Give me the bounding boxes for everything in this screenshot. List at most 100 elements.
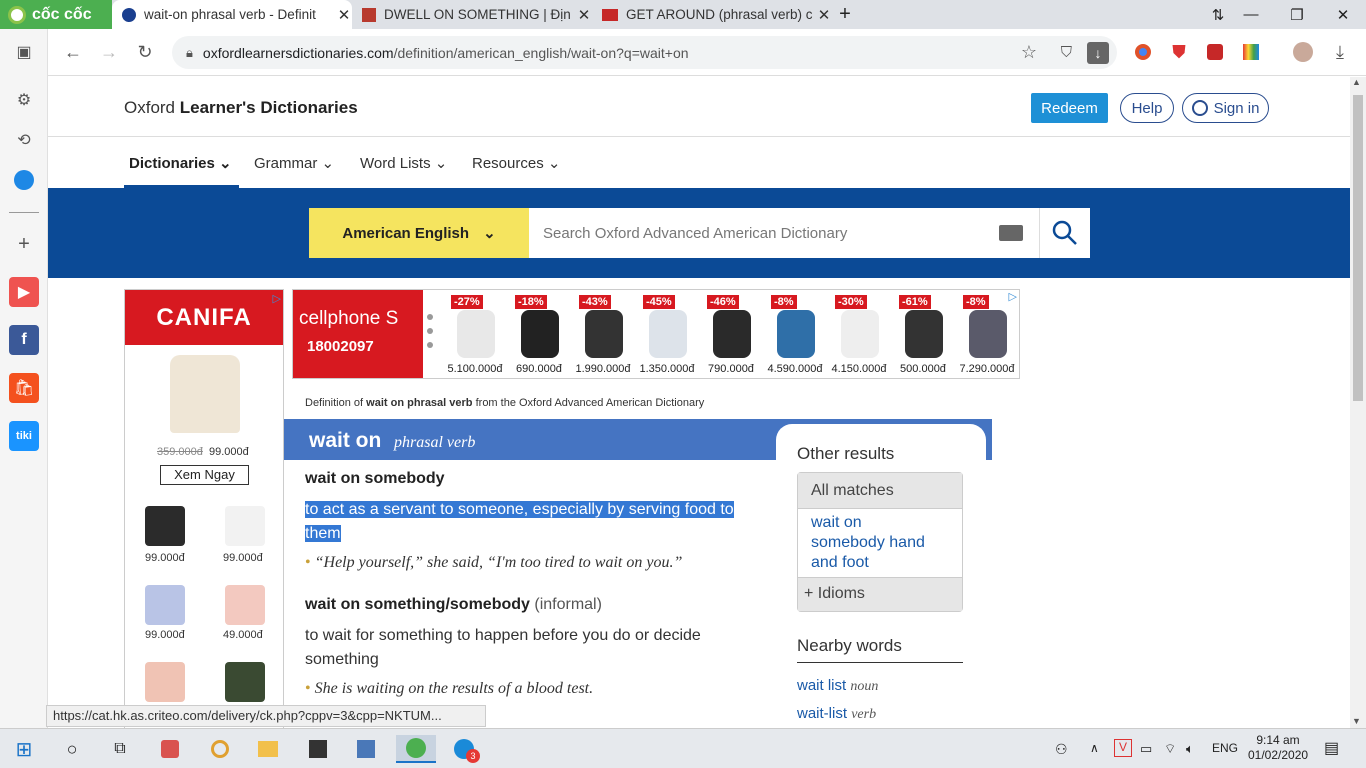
search-input[interactable]: Search Oxford Advanced American Dictiona…	[529, 208, 1039, 258]
tab-dwell-on[interactable]: DWELL ON SOMETHING | Địn ✕	[352, 0, 592, 29]
new-tab-button[interactable]: +	[830, 0, 860, 29]
battery-icon[interactable]: ▭	[1140, 741, 1152, 757]
jumpsuit-image	[225, 662, 265, 702]
product-image	[777, 310, 815, 358]
scroll-up-icon[interactable]: ▲	[1352, 77, 1361, 87]
scroll-thumb[interactable]	[1353, 95, 1363, 401]
profile-avatar[interactable]	[1288, 37, 1318, 67]
nearby-word-pos: noun	[850, 679, 879, 694]
source-prefix: Definition of	[305, 397, 364, 409]
all-matches-header[interactable]: All matches	[798, 473, 962, 509]
star-icon[interactable]: ☆	[1021, 42, 1037, 63]
app-paint-icon[interactable]	[200, 735, 240, 763]
banner-product[interactable]: -18% 690.000đ	[507, 290, 571, 378]
vietkey-icon[interactable]: V	[1114, 739, 1132, 757]
tiki-icon[interactable]: tiki	[9, 421, 39, 451]
sign-in-button[interactable]: Sign in	[1182, 93, 1269, 123]
color-ext-icon[interactable]	[1236, 37, 1266, 67]
definition-line: something	[305, 651, 379, 668]
adchoices-icon[interactable]: ▷	[273, 292, 281, 305]
red-ext-icon[interactable]	[1200, 37, 1230, 67]
sweater-image	[170, 355, 240, 433]
scroll-down-icon[interactable]: ▼	[1352, 716, 1361, 726]
idioms-toggle[interactable]: + Idioms	[798, 577, 962, 611]
site-logo[interactable]: Oxford Learner's Dictionaries	[124, 98, 358, 118]
tab-wait-on[interactable]: wait-on phrasal verb - Definit ✕	[112, 0, 352, 29]
windows-start-icon[interactable]: ⊞	[4, 735, 44, 763]
chrome-ext-icon[interactable]	[1128, 37, 1158, 67]
adchoices-icon[interactable]: ▷	[1009, 290, 1017, 303]
language-select[interactable]: American English ⌄	[309, 208, 529, 258]
maximize-button[interactable]: ❐	[1274, 0, 1320, 29]
canifa-ad[interactable]: CANIFA 359.000đ 99.000đ Xem Ngay 99.000đ…	[124, 289, 284, 728]
back-icon[interactable]: ←	[58, 37, 88, 67]
browser-sidebar: ▣ ⚙ ⟲ + ▶ f 🛍︎ tiki	[0, 29, 48, 728]
match-link[interactable]: wait on somebody hand and foot	[798, 509, 962, 577]
nav-word-lists[interactable]: Word Lists ⌄	[360, 154, 447, 172]
shopee-icon[interactable]: 🛍︎	[9, 373, 39, 403]
banner-product[interactable]: -45% 1.350.000đ	[635, 290, 699, 378]
notification-center-icon[interactable]: ▤	[1324, 738, 1339, 758]
app-notes-icon[interactable]	[298, 735, 338, 763]
shield-icon[interactable]: ⛉	[1061, 44, 1072, 61]
nav-resources[interactable]: Resources ⌄	[472, 154, 560, 172]
facebook-icon[interactable]: f	[9, 325, 39, 355]
redeem-button[interactable]: Redeem	[1031, 93, 1108, 123]
nearby-word[interactable]: wait list noun	[797, 677, 878, 695]
nav-grammar[interactable]: Grammar ⌄	[254, 154, 334, 172]
banner-product[interactable]: -61% 500.000đ	[891, 290, 955, 378]
cellphones-phone: 18002097	[307, 338, 374, 355]
close-tab-icon[interactable]: ✕	[576, 6, 592, 24]
history-icon[interactable]: ⟲	[9, 125, 39, 155]
page-scrollbar[interactable]: ▲ ▼	[1350, 77, 1366, 728]
close-tab-icon[interactable]: ✕	[336, 6, 352, 24]
windows-taskbar: ⊞ ○ ⧉ 3 ⚇ ∧ V ▭ ⌔ 🔈︎ ENG 9:14 am 01/02/2…	[0, 728, 1366, 768]
zalo-taskbar-icon[interactable]: 3	[444, 735, 484, 763]
help-button[interactable]: Help	[1120, 93, 1174, 123]
banner-product[interactable]: -30% 4.150.000đ	[827, 290, 891, 378]
reload-icon[interactable]: ↻	[130, 37, 160, 67]
chevron-down-icon: ⌄	[321, 155, 335, 172]
settings-icon[interactable]: ⚙	[9, 85, 39, 115]
clock[interactable]: 9:14 am 01/02/2020	[1248, 733, 1308, 763]
tray-expand-icon[interactable]: ∧	[1090, 741, 1099, 755]
forward-icon[interactable]: →	[94, 37, 124, 67]
file-explorer-icon[interactable]	[248, 735, 288, 763]
carousel-dots[interactable]	[427, 314, 433, 354]
download-icon[interactable]: ↓	[1087, 41, 1109, 64]
close-window-button[interactable]: ✕	[1320, 0, 1366, 29]
sidebar-toggle-icon[interactable]: ▣	[9, 37, 39, 67]
people-icon[interactable]: ⚇	[1055, 741, 1068, 758]
search-button[interactable]	[1039, 208, 1090, 258]
search-placeholder: Search Oxford Advanced American Dictiona…	[543, 224, 848, 242]
banner-product[interactable]: -8% 4.590.000đ	[763, 290, 827, 378]
nearby-word[interactable]: wait-list verb	[797, 705, 876, 723]
banner-product[interactable]: -46% 790.000đ	[699, 290, 763, 378]
downloads-icon[interactable]: ⤓	[1325, 37, 1355, 67]
keyboard-icon[interactable]	[999, 225, 1023, 241]
banner-product[interactable]: -27% 5.100.000đ	[443, 290, 507, 378]
wifi-icon[interactable]: ⌔	[1164, 741, 1176, 757]
add-app-icon[interactable]: +	[9, 229, 39, 259]
task-view-icon[interactable]: ⧉	[100, 735, 140, 763]
cellphones-ad[interactable]: cellphone S 18002097 -27% 5.100.000đ -18% 6…	[292, 289, 1020, 379]
cortana-icon[interactable]: ○	[52, 735, 92, 763]
tab-get-around[interactable]: GET AROUND (phrasal verb) c ✕	[592, 0, 832, 29]
messenger-icon[interactable]	[9, 165, 39, 195]
tab-bar: cốc cốc wait-on phrasal verb - Definit ✕…	[0, 0, 1366, 29]
app-vm-icon[interactable]	[346, 735, 386, 763]
minimize-button[interactable]: —	[1228, 0, 1274, 29]
browser-brand[interactable]: cốc cốc	[0, 0, 112, 29]
xem-ngay-button[interactable]: Xem Ngay	[160, 465, 249, 485]
banner-product[interactable]: -43% 1.990.000đ	[571, 290, 635, 378]
input-language[interactable]: ENG	[1212, 741, 1238, 755]
app-photos-icon[interactable]	[150, 735, 190, 763]
coccoc-taskbar-icon[interactable]	[396, 735, 436, 763]
banner-product[interactable]: -8% 7.290.000đ	[955, 290, 1019, 378]
headword: wait on	[309, 429, 382, 452]
adblock-ext-icon[interactable]: ⛊	[1164, 37, 1194, 67]
address-bar[interactable]: 🔒︎ oxfordlearnersdictionaries.com /defin…	[172, 36, 1117, 69]
youtube-icon[interactable]: ▶	[9, 277, 39, 307]
nav-dictionaries[interactable]: Dictionaries ⌄	[129, 154, 232, 172]
volume-icon[interactable]: 🔈︎	[1186, 741, 1194, 757]
